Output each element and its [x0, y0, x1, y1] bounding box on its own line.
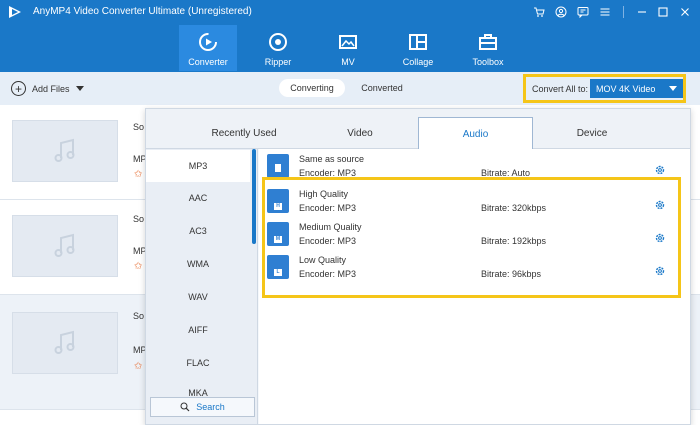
music-note-icon [54, 138, 75, 162]
add-files-button[interactable]: + Add Files [11, 80, 84, 97]
quality-badge: L [274, 269, 282, 276]
preset-encoder: Encoder: MP3 [299, 269, 357, 279]
toolbox-icon [479, 34, 497, 50]
file-name: So [133, 214, 145, 224]
convert-all-value: MOV 4K Video [596, 83, 656, 94]
file-thumbnail [12, 312, 118, 374]
audio-file-icon: H [267, 189, 289, 213]
add-files-label: Add Files [32, 83, 70, 94]
app-title: AnyMP4 Video Converter Ultimate (Unregis… [33, 6, 252, 17]
format-item-mka[interactable]: MKA [146, 380, 250, 398]
preset-high-quality[interactable]: H High Quality Encoder: MP3 Bitrate: 320… [259, 185, 690, 219]
format-sidebar: MP3 AAC AC3 WMA WAV AIFF FLAC MKA Search [146, 149, 258, 424]
file-thumbnail [12, 215, 118, 277]
tab-ripper[interactable]: Ripper [249, 25, 307, 71]
tab-converter[interactable]: Converter [179, 25, 237, 71]
gear-icon[interactable] [654, 164, 666, 176]
tab-collage-label: Collage [402, 57, 434, 67]
file-thumbnail [12, 120, 118, 182]
converter-icon [199, 33, 217, 51]
preset-name: Same as source [299, 154, 365, 164]
format-item-ac3[interactable]: AC3 [146, 215, 250, 247]
maximize-icon[interactable] [655, 4, 671, 20]
tab-video[interactable]: Video [302, 118, 418, 149]
quality-badge: H [274, 203, 282, 210]
preset-same-as-source[interactable]: Same as source Encoder: MP3 Bitrate: Aut… [259, 150, 690, 184]
feedback-icon[interactable] [575, 4, 591, 20]
format-item-aac[interactable]: AAC [146, 182, 250, 214]
format-item-aiff[interactable]: AIFF [146, 314, 250, 346]
file-name: So [133, 311, 145, 321]
music-note-icon [54, 330, 75, 354]
preset-list: Same as source Encoder: MP3 Bitrate: Aut… [259, 149, 690, 424]
format-search-label: Search [196, 402, 225, 412]
tab-toolbox[interactable]: Toolbox [459, 25, 517, 71]
tab-converted[interactable]: Converted [352, 79, 412, 97]
close-icon[interactable] [677, 4, 693, 20]
preset-bitrate: Bitrate: 320kbps [481, 203, 547, 213]
preset-name: Low Quality [299, 255, 347, 265]
tab-ripper-label: Ripper [264, 57, 292, 67]
convert-all-select[interactable]: MOV 4K Video [590, 79, 683, 98]
quality-badge: M [274, 236, 282, 243]
tab-audio[interactable]: Audio [418, 117, 533, 150]
app-logo-icon [9, 6, 21, 18]
gear-icon[interactable] [654, 265, 666, 277]
separator-icon [619, 4, 629, 20]
audio-file-icon: L [267, 255, 289, 279]
minimize-icon[interactable] [634, 4, 650, 20]
sidebar-scrollbar[interactable] [252, 149, 256, 244]
preset-encoder: Encoder: MP3 [299, 203, 357, 213]
tab-collage[interactable]: Collage [389, 25, 447, 71]
file-name: So [133, 122, 145, 132]
convert-all-label: Convert All to: [532, 84, 589, 94]
format-item-wma[interactable]: WMA [146, 248, 250, 280]
format-tabs: Recently Used Video Audio Device [146, 109, 690, 150]
tab-recently-used[interactable]: Recently Used [186, 118, 302, 149]
tab-converting[interactable]: Converting [279, 79, 345, 97]
caret-down-icon [669, 86, 677, 91]
menu-icon[interactable] [597, 4, 613, 20]
gear-icon[interactable] [654, 199, 666, 211]
format-item-mp3[interactable]: MP3 [146, 150, 250, 182]
collage-icon [409, 34, 427, 50]
format-item-wav[interactable]: WAV [146, 281, 250, 313]
chevron-down-icon[interactable] [75, 85, 84, 92]
cart-icon[interactable] [531, 4, 547, 20]
format-panel: Recently Used Video Audio Device MP3 AAC… [145, 108, 691, 425]
format-item-flac[interactable]: FLAC [146, 347, 250, 379]
preset-encoder: Encoder: MP3 [299, 236, 357, 246]
audio-file-icon: M [267, 222, 289, 246]
preset-encoder: Encoder: MP3 [299, 168, 357, 178]
convert-all-control: Convert All to: MOV 4K Video [523, 74, 686, 103]
gear-icon[interactable] [654, 232, 666, 244]
preset-low-quality[interactable]: L Low Quality Encoder: MP3 Bitrate: 96kb… [259, 251, 690, 285]
audio-file-icon [267, 154, 289, 178]
preset-medium-quality[interactable]: M Medium Quality Encoder: MP3 Bitrate: 1… [259, 218, 690, 252]
preset-bitrate: Bitrate: 96kbps [481, 269, 542, 279]
account-icon[interactable] [553, 4, 569, 20]
edit-star-icon[interactable]: ✩ [134, 169, 142, 180]
format-search-button[interactable]: Search [150, 397, 255, 417]
ripper-icon [269, 33, 287, 51]
tab-converter-label: Converter [188, 57, 228, 67]
edit-star-icon[interactable]: ✩ [134, 361, 142, 372]
search-icon [180, 402, 190, 412]
tab-mv-label: MV [341, 57, 355, 67]
tab-toolbox-label: Toolbox [472, 57, 504, 67]
plus-icon: + [11, 81, 26, 96]
music-note-icon [54, 233, 75, 257]
tab-mv[interactable]: MV [319, 25, 377, 71]
edit-star-icon[interactable]: ✩ [134, 261, 142, 272]
preset-name: Medium Quality [299, 222, 362, 232]
tab-device[interactable]: Device [534, 118, 650, 149]
title-bar: AnyMP4 Video Converter Ultimate (Unregis… [0, 0, 700, 24]
preset-bitrate: Bitrate: 192kbps [481, 236, 547, 246]
mv-icon [339, 35, 357, 49]
preset-name: High Quality [299, 189, 349, 199]
preset-bitrate: Bitrate: Auto [481, 168, 531, 178]
app-header: AnyMP4 Video Converter Ultimate (Unregis… [0, 0, 700, 72]
